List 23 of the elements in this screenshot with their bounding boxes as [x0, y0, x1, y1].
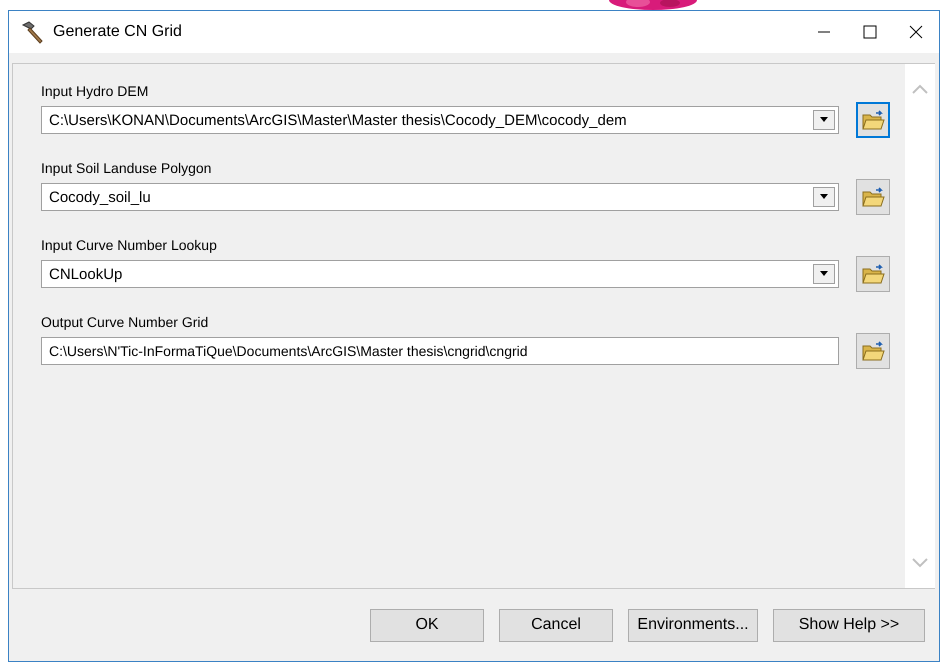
folder-icon — [861, 263, 885, 285]
dropdown-field[interactable]: Cocody_soil_lu — [41, 183, 839, 211]
dropdown-field[interactable]: CNLookUp — [41, 260, 839, 288]
field-label: Output Curve Number Grid — [41, 313, 210, 331]
field-label: Input Curve Number Lookup — [41, 236, 218, 254]
dropdown-field[interactable]: C:\Users\KONAN\Documents\ArcGIS\Master\Master thesis\Cocody_DEM\cocody_dem — [41, 106, 839, 134]
input-field[interactable]: C:\Users\N'Tic-InFormaTiQue\Documents\ArcGIS\Master thesis\cngrid\cngrid — [41, 337, 839, 365]
browse-button[interactable] — [856, 102, 890, 138]
field-label: Input Hydro DEM — [41, 82, 150, 100]
folder-icon — [861, 340, 885, 362]
browse-button[interactable] — [856, 179, 890, 215]
dialog-button[interactable]: Show Help >> — [773, 608, 925, 642]
browse-button[interactable] — [856, 256, 890, 292]
dialog-button[interactable]: Environments... — [628, 608, 758, 642]
folder-icon — [861, 186, 885, 208]
field-label: Input Soil Landuse Polygon — [41, 159, 212, 177]
maximize-icon[interactable] — [862, 24, 878, 40]
dialog-button[interactable]: Cancel — [499, 608, 613, 642]
window-title: Generate CN Grid — [53, 23, 183, 41]
close-icon[interactable] — [908, 24, 924, 40]
folder-icon — [861, 109, 885, 131]
browse-button[interactable] — [856, 333, 890, 369]
dialog-button[interactable]: OK — [370, 608, 484, 642]
